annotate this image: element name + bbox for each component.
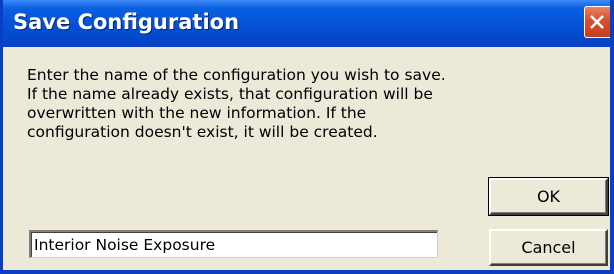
save-configuration-dialog: Save Configuration Enter the name of the… (0, 0, 614, 274)
cancel-button[interactable]: Cancel (489, 229, 608, 266)
message-line: overwritten with the new information. If… (27, 104, 367, 122)
message-line: configuration doesn't exist, it will be … (27, 123, 378, 141)
title-bar[interactable]: Save Configuration (3, 0, 610, 47)
dialog-title: Save Configuration (13, 10, 240, 34)
message-line: Enter the name of the configuration you … (27, 66, 446, 84)
ok-button[interactable]: OK (488, 177, 609, 216)
close-button[interactable] (584, 6, 610, 38)
close-icon (590, 15, 604, 29)
message-line: If the name already exists, that configu… (27, 85, 433, 103)
configuration-name-input[interactable] (29, 230, 438, 258)
instruction-message: Enter the name of the configuration you … (27, 66, 467, 142)
